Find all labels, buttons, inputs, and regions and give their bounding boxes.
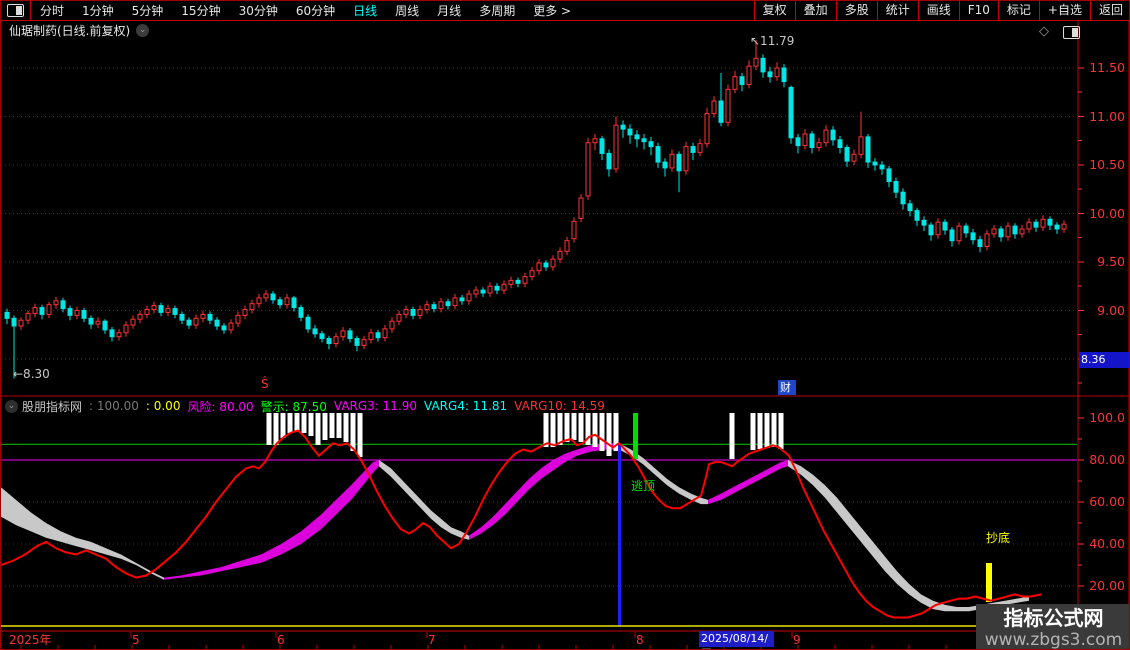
action-item-0[interactable]: 复权: [754, 1, 795, 20]
date-axis-label: 5: [132, 633, 140, 647]
action-item-1[interactable]: 叠加: [795, 1, 836, 20]
action-item-6[interactable]: 标记: [998, 1, 1039, 20]
date-axis-label: 7: [428, 633, 436, 647]
escape-top-label: 逃顶: [631, 479, 655, 493]
indicator-param-7: VARG10: 14.59: [514, 399, 605, 413]
indicator-param-3: 风险: 80.00: [187, 398, 253, 415]
price-axis-label: 10.50: [1083, 158, 1125, 172]
date-axis-label: 8: [636, 633, 644, 647]
high-price-label: ↖11.79: [750, 34, 794, 48]
low-price-label: ←8.30: [13, 367, 50, 381]
period-item-2[interactable]: 5分钟: [123, 2, 173, 19]
date-axis-label: 9: [793, 633, 801, 647]
indicator-param-5: VARG3: 11.90: [334, 399, 417, 413]
stock-title-row: 仙琚制药(日线.前复权) ⌄: [9, 22, 149, 39]
indicator-axis-label: 80.00: [1083, 453, 1125, 467]
indicator-header: ⌄ 股朋指标网 : 100.00 : 0.00 风险: 80.00 警示: 87.50 V…: [3, 399, 612, 413]
price-axis-label: 9.50: [1083, 255, 1125, 269]
price-axis-label: 9.00: [1083, 304, 1125, 318]
period-item-4[interactable]: 30分钟: [230, 2, 287, 19]
price-axis-label: 11.50: [1083, 61, 1125, 75]
bottom-fishing-label: 抄底: [986, 531, 1010, 545]
indicator-param-4: 警示: 87.50: [261, 398, 327, 415]
indicator-axis-label: 20.00: [1083, 579, 1125, 593]
stock-title: 仙琚制药(日线.前复权): [9, 22, 130, 39]
watermark-url: www.zbgs3.com: [976, 631, 1130, 649]
date-axis-label: 6: [277, 633, 285, 647]
app-window: 分时1分钟5分钟15分钟30分钟60分钟日线周线月线多周期更多 > 复权叠加多股…: [0, 0, 1130, 650]
indicator-param-6: VARG4: 11.81: [424, 399, 507, 413]
period-item-1[interactable]: 1分钟: [73, 2, 123, 19]
date-axis-label: 2025年: [9, 633, 52, 647]
period-item-5[interactable]: 60分钟: [287, 2, 344, 19]
price-axis-label: 10.00: [1083, 207, 1125, 221]
period-item-8[interactable]: 月线: [428, 2, 470, 19]
action-item-2[interactable]: 多股: [836, 1, 877, 20]
action-item-7[interactable]: +自选: [1039, 1, 1090, 20]
period-menu: 分时1分钟5分钟15分钟30分钟60分钟日线周线月线多周期更多 >: [1, 1, 580, 20]
indicator-param-2: : 0.00: [146, 399, 181, 413]
split-screen-icon[interactable]: [1063, 26, 1080, 39]
period-item-9[interactable]: 多周期: [470, 2, 524, 19]
watermark-title: 指标公式网: [976, 605, 1130, 631]
chart-canvas[interactable]: [1, 1, 1130, 650]
chevron-down-icon[interactable]: ⌄: [136, 24, 149, 37]
action-menu: 复权叠加多股统计画线F10标记+自选返回: [754, 1, 1130, 20]
action-item-8[interactable]: 返回: [1090, 1, 1130, 20]
finance-marker: 财: [778, 380, 796, 395]
period-item-7[interactable]: 周线: [386, 2, 428, 19]
indicator-axis-label: 100.0: [1083, 411, 1125, 425]
period-item-3[interactable]: 15分钟: [172, 2, 229, 19]
action-item-3[interactable]: 统计: [877, 1, 918, 20]
indicator-param-1: : 100.00: [89, 399, 139, 413]
period-item-6[interactable]: 日线: [344, 2, 386, 19]
top-toolbar: 分时1分钟5分钟15分钟30分钟60分钟日线周线月线多周期更多 > 复权叠加多股…: [1, 1, 1130, 21]
diamond-icon[interactable]: ◇: [1039, 24, 1049, 39]
indicator-axis-label: 60.00: [1083, 495, 1125, 509]
action-item-5[interactable]: F10: [959, 1, 998, 20]
indicator-axis-label: 40.00: [1083, 537, 1125, 551]
date-tag: 2025/08/14/四: [699, 631, 774, 647]
dividend-marker: Ŝ: [261, 377, 269, 391]
period-item-10[interactable]: 更多 >: [524, 2, 580, 19]
price-axis-label: 11.00: [1083, 110, 1125, 124]
action-item-4[interactable]: 画线: [918, 1, 959, 20]
watermark: 指标公式网 www.zbgs3.com: [976, 604, 1130, 650]
collapse-icon[interactable]: ⌄: [5, 400, 18, 413]
indicator-param-0: 股朋指标网: [22, 398, 82, 415]
last-price-tag: 8.36: [1079, 352, 1130, 368]
layout-icon[interactable]: [7, 4, 24, 17]
period-item-0[interactable]: 分时: [31, 2, 73, 19]
